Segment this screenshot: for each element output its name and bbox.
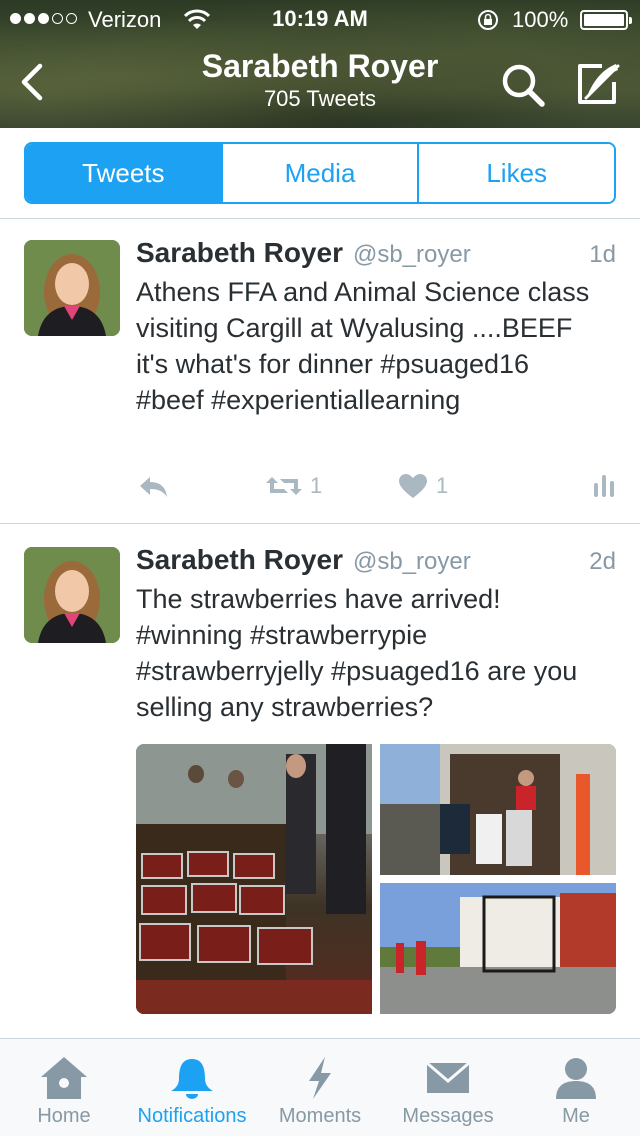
author-handle[interactable]: @sb_royer: [353, 241, 471, 269]
search-button[interactable]: [498, 60, 548, 110]
reply-icon: [140, 477, 167, 497]
retweet-icon: [266, 477, 302, 495]
tweet-item[interactable]: Sarabeth Royer @sb_royer 1d Athens FFA a…: [0, 219, 640, 523]
tab-notifications-label: Notifications: [137, 1105, 247, 1127]
media-photo-truck-parking-lot[interactable]: [380, 883, 616, 1014]
bell-icon: [171, 1059, 213, 1099]
tweet-item[interactable]: Sarabeth Royer @sb_royer 2d The strawber…: [0, 524, 640, 1036]
tweet-text: The strawberries have arrived! #winning …: [136, 584, 578, 722]
lightning-icon: [309, 1057, 331, 1099]
tab-me-label: Me: [562, 1105, 590, 1127]
tab-likes[interactable]: Likes: [417, 144, 614, 202]
tab-messages-label: Messages: [402, 1105, 494, 1127]
tweet-actions: 1 1: [136, 473, 616, 503]
avatar[interactable]: [24, 547, 120, 643]
avatar[interactable]: [24, 240, 120, 336]
analytics-icon: [594, 475, 614, 497]
compose-button[interactable]: [572, 60, 622, 110]
retweet-count: 1: [310, 473, 323, 498]
rotation-lock-icon: [478, 10, 498, 30]
tweet-media-grid: [136, 744, 616, 1014]
retweet-button[interactable]: 1: [264, 473, 322, 499]
author-name[interactable]: Sarabeth Royer: [136, 544, 343, 576]
tab-me[interactable]: Me: [532, 1039, 620, 1136]
profile-header: Verizon 10:19 AM 100% Sarabeth Royer 705…: [0, 0, 640, 128]
media-photo-strawberries[interactable]: [136, 744, 372, 1014]
tweet-header: Sarabeth Royer @sb_royer 2d: [136, 544, 616, 576]
tab-home[interactable]: Home: [14, 1039, 114, 1136]
analytics-button[interactable]: [592, 473, 616, 499]
compose-icon: [578, 64, 620, 104]
avatar-photo: [24, 240, 120, 336]
heart-icon: [399, 474, 427, 498]
media-photo-truck-unloading[interactable]: [380, 744, 616, 875]
home-icon: [41, 1057, 87, 1099]
tab-notifications[interactable]: Notifications: [126, 1039, 258, 1136]
tweet-timestamp: 2d: [589, 548, 616, 575]
search-icon: [502, 64, 545, 107]
envelope-icon: [426, 1061, 470, 1093]
profile-segmented-control: Tweets Media Likes: [24, 142, 616, 204]
author-name[interactable]: Sarabeth Royer: [136, 237, 343, 269]
bottom-tab-bar: Home Notifications Moments Messages Me: [0, 1038, 640, 1136]
tab-tweets[interactable]: Tweets: [26, 144, 221, 202]
avatar-photo: [24, 547, 120, 643]
battery-icon: [580, 10, 632, 30]
author-handle[interactable]: @sb_royer: [353, 548, 471, 576]
tab-messages[interactable]: Messages: [392, 1039, 504, 1136]
status-bar: Verizon 10:19 AM 100%: [0, 0, 640, 40]
tweet-text: Athens FFA and Animal Science class visi…: [136, 277, 590, 415]
tweet-header: Sarabeth Royer @sb_royer 1d: [136, 237, 616, 269]
tab-media[interactable]: Media: [220, 144, 418, 202]
like-button[interactable]: 1: [398, 473, 448, 499]
tweet-timestamp: 1d: [589, 241, 616, 268]
like-count: 1: [436, 473, 449, 498]
battery-percent: 100%: [512, 7, 569, 32]
tab-moments[interactable]: Moments: [268, 1039, 372, 1136]
tab-moments-label: Moments: [278, 1105, 362, 1127]
reply-button[interactable]: [136, 473, 170, 499]
tab-home-label: Home: [37, 1105, 91, 1127]
person-icon: [556, 1058, 596, 1099]
